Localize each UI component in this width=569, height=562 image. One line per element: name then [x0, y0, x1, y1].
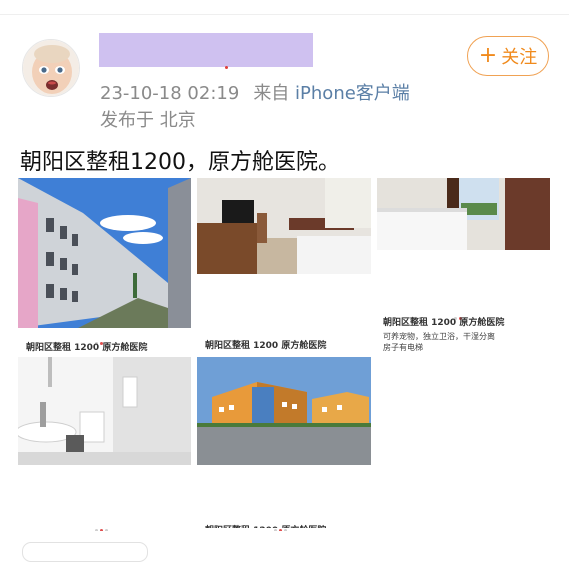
exterior-photo [18, 178, 191, 328]
plus-icon: + [478, 43, 498, 68]
thumbnail-caption: 朝阳区整租 1200 原方舱医院 [205, 523, 326, 528]
thumbnail-description: 房子有电梯 [383, 343, 423, 352]
room-photo [377, 178, 550, 250]
follow-button[interactable]: + 关注 [467, 36, 549, 76]
thumbnail-description: 可养宠物，独立卫浴，干湿分离 [383, 332, 495, 341]
follow-button-label: 关注 [501, 47, 538, 68]
thumbnail-caption: 朝阳区整租 1200 原方舱医院 [26, 343, 148, 352]
notification-dot [225, 66, 228, 69]
user-avatar[interactable] [22, 39, 80, 97]
post-text: 朝阳区整租1200，原方舱医院。 [20, 150, 340, 175]
username-redacted[interactable] [99, 33, 313, 67]
image-thumbnail[interactable]: 朝阳区整租 1200 原方舱医院 [197, 357, 371, 531]
action-pill[interactable] [22, 542, 148, 562]
post-location: 发布于 北京 [100, 110, 196, 131]
bathroom-photo [18, 357, 191, 465]
image-thumbnail[interactable]: 朝阳区整租 1200 原方舱医院 [197, 178, 371, 352]
source-prefix: 来自 [253, 83, 290, 104]
bedroom-photo [197, 178, 371, 274]
post-meta: 23-10-18 02:19 来自 iPhone客户端 [100, 79, 410, 105]
image-thumbnail[interactable] [18, 357, 191, 531]
post-time: 23-10-18 02:19 [100, 83, 240, 104]
thumbnail-caption: 朝阳区整租 1200 原方舱医院 [383, 318, 505, 328]
source-client-link[interactable]: iPhone客户端 [295, 83, 410, 104]
thumbnail-caption: 朝阳区整租 1200 原方舱医院 [205, 341, 327, 351]
image-thumbnail[interactable]: 朝阳区整租 1200 原方舱医院 [18, 178, 191, 352]
building-exterior-photo [197, 357, 371, 465]
top-divider [0, 14, 569, 15]
carousel-dots [95, 517, 110, 531]
image-thumbnail[interactable]: 朝阳区整租 1200 原方舱医院 可养宠物，独立卫浴，干湿分离 房子有电梯 [377, 178, 550, 352]
